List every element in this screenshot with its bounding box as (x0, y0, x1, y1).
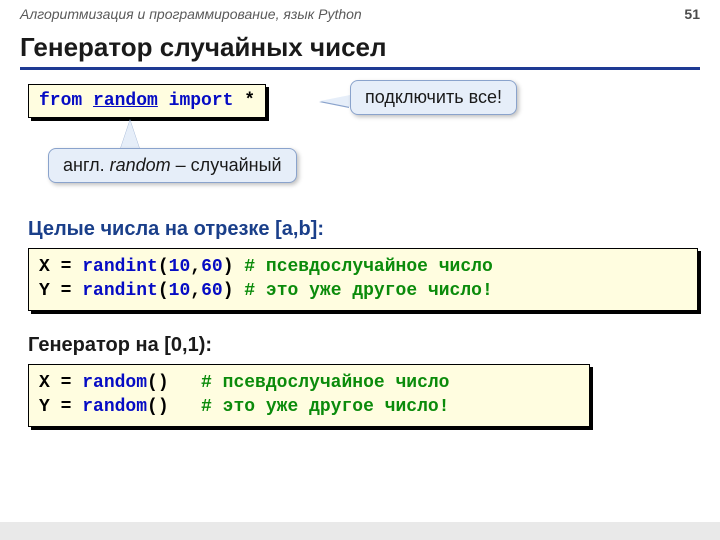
paren: ) (223, 257, 234, 277)
section-heading-1: Целые числа на отрезке [a,b]: (28, 218, 324, 241)
slide: Алгоритмизация и программирование, язык … (0, 0, 720, 540)
code-block-random: X = random() # псевдослучайное число Y =… (28, 364, 590, 427)
num: 10 (169, 257, 191, 277)
paren: ( (158, 281, 169, 301)
code-block-randint: X = randint(10,60) # псевдослучайное чис… (28, 248, 698, 311)
sep: , (190, 281, 201, 301)
fn-name: randint (82, 257, 158, 277)
paren: ) (223, 281, 234, 301)
callout-text: англ. (63, 155, 110, 175)
spacer (169, 373, 201, 393)
section-heading-2: Генератор на [0,1): (28, 334, 212, 357)
comment: # псевдослучайное число (234, 257, 493, 277)
kw-from: from (39, 91, 82, 111)
star-token: * (244, 91, 255, 111)
comment: # это уже другое число! (234, 281, 493, 301)
module-name: random (93, 91, 158, 111)
callout-translate: англ. random – случайный (48, 148, 297, 183)
code-text: X = (39, 257, 82, 277)
pointer-icon (320, 95, 350, 107)
callout-word: random (110, 155, 171, 175)
parens: () (147, 373, 169, 393)
code-text: Y = (39, 281, 82, 301)
parens: () (147, 397, 169, 417)
page-number: 51 (684, 6, 700, 22)
callout-text: – случайный (171, 155, 282, 175)
num: 60 (201, 281, 223, 301)
footer-bar (0, 522, 720, 540)
num: 10 (169, 281, 191, 301)
fn-name: random (82, 397, 147, 417)
pointer-icon (120, 120, 140, 150)
code-import: from random import * (28, 84, 266, 118)
comment: # псевдослучайное число (201, 373, 449, 393)
spacer (169, 397, 201, 417)
fn-name: randint (82, 281, 158, 301)
num: 60 (201, 257, 223, 277)
page-title: Генератор случайных чисел (20, 32, 700, 70)
sep: , (190, 257, 201, 277)
slide-header: Алгоритмизация и программирование, язык … (20, 6, 700, 22)
kw-import: import (169, 91, 234, 111)
course-title: Алгоритмизация и программирование, язык … (20, 6, 362, 22)
code-text: Y = (39, 397, 82, 417)
paren: ( (158, 257, 169, 277)
fn-name: random (82, 373, 147, 393)
comment: # это уже другое число! (201, 397, 449, 417)
callout-connect: подключить все! (350, 80, 517, 115)
code-text: X = (39, 373, 82, 393)
